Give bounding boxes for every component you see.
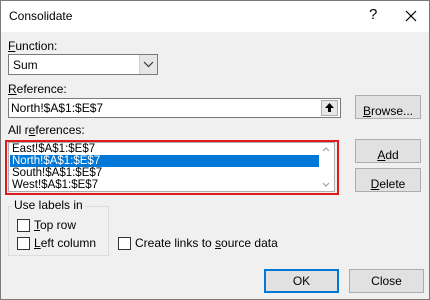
title-bar: Consolidate ? [1, 1, 429, 32]
function-selected-value: Sum [13, 58, 38, 72]
reference-label: Reference: [8, 82, 67, 96]
use-labels-caption: Use labels in [12, 198, 85, 212]
left-column-checkbox[interactable] [17, 237, 30, 250]
function-select[interactable]: Sum [8, 54, 158, 75]
scroll-up-icon[interactable] [319, 144, 333, 154]
reference-item-north[interactable]: North!$A$1:$E$7 [10, 155, 321, 167]
dialog-title: Consolidate [9, 9, 73, 23]
scroll-down-icon[interactable] [319, 180, 333, 190]
all-references-label: All references: [8, 123, 85, 137]
reference-item-west[interactable]: West!$A$1:$E$7 [10, 179, 321, 191]
reference-input[interactable] [11, 100, 311, 116]
top-row-checkbox[interactable] [17, 219, 30, 232]
function-label: Function: [8, 39, 58, 53]
list-scrollbar[interactable] [319, 144, 333, 190]
delete-button[interactable]: Delete [355, 168, 421, 192]
consolidate-dialog: Consolidate ? Function: Sum Reference: N… [0, 0, 430, 300]
top-row-label[interactable]: Top row [34, 218, 76, 232]
create-links-label[interactable]: Create links to source data [135, 236, 278, 250]
close-icon [405, 10, 417, 22]
ok-button[interactable]: OK [264, 269, 339, 293]
browse-button[interactable]: Browse... [355, 95, 421, 119]
chevron-down-icon [143, 61, 154, 68]
reference-item-east[interactable]: East!$A$1:$E$7 [10, 143, 321, 155]
reference-field[interactable] [8, 98, 341, 118]
close-button[interactable]: Close [349, 269, 424, 293]
reference-item-south[interactable]: South!$A$1:$E$7 [10, 167, 321, 179]
dropdown-button[interactable] [139, 55, 157, 74]
help-button[interactable]: ? [369, 7, 377, 22]
create-links-checkbox[interactable] [118, 237, 131, 250]
all-references-list[interactable]: East!$A$1:$E$7 North!$A$1:$E$7 South!$A$… [8, 142, 335, 192]
collapse-arrow-icon [325, 103, 334, 112]
collapse-dialog-button[interactable] [321, 100, 338, 116]
close-window-button[interactable] [399, 5, 423, 27]
left-column-label[interactable]: Left column [34, 236, 96, 250]
add-button[interactable]: Add [355, 139, 421, 163]
